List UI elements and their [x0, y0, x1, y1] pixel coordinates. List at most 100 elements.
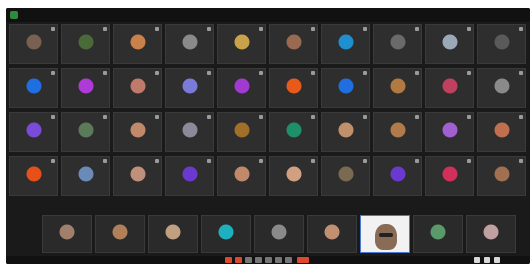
muted-mic-icon	[103, 115, 107, 119]
participant-tile[interactable]	[61, 156, 110, 196]
participant-tile[interactable]	[269, 156, 318, 196]
participant-avatar	[218, 224, 234, 240]
muted-mic-icon	[103, 71, 107, 75]
participant-tile[interactable]	[113, 112, 162, 152]
muted-mic-icon	[155, 159, 159, 163]
participant-tile[interactable]	[425, 68, 474, 108]
muted-mic-icon	[155, 115, 159, 119]
participant-tile[interactable]	[373, 68, 422, 108]
security-shield-icon[interactable]	[10, 11, 18, 19]
participant-tile[interactable]	[217, 112, 266, 152]
participant-tile[interactable]	[254, 215, 304, 253]
muted-mic-icon	[519, 27, 523, 31]
participant-tile[interactable]	[61, 24, 110, 64]
muted-mic-icon	[311, 27, 315, 31]
muted-mic-icon	[467, 71, 471, 75]
muted-mic-icon	[155, 27, 159, 31]
meeting-window	[6, 8, 530, 264]
muted-mic-icon	[259, 71, 263, 75]
participant-tile[interactable]	[42, 215, 92, 253]
layout-icon[interactable]	[474, 257, 480, 263]
participant-avatar	[59, 224, 75, 240]
participant-avatar	[338, 122, 353, 138]
more-icon[interactable]	[285, 257, 292, 263]
participant-tile[interactable]	[61, 112, 110, 152]
muted-mic-icon	[415, 27, 419, 31]
screen	[0, 0, 532, 266]
participant-avatar	[442, 122, 457, 138]
muted-mic-icon	[519, 115, 523, 119]
reactions-icon[interactable]	[275, 257, 282, 263]
participant-tile[interactable]	[321, 24, 370, 64]
participant-tile[interactable]	[321, 156, 370, 196]
participant-tile[interactable]	[113, 24, 162, 64]
top-bar	[6, 8, 530, 22]
participant-avatar	[112, 224, 128, 240]
muted-mic-icon	[415, 71, 419, 75]
participant-tile[interactable]	[165, 68, 214, 108]
participant-tile[interactable]	[413, 215, 463, 253]
active-speaker-tile[interactable]	[360, 215, 410, 253]
participant-tile[interactable]	[321, 112, 370, 152]
participant-avatar	[494, 34, 509, 50]
share-screen-icon[interactable]	[245, 257, 252, 263]
participant-tile[interactable]	[217, 24, 266, 64]
participant-tile[interactable]	[477, 68, 526, 108]
participant-tile[interactable]	[321, 68, 370, 108]
participant-tile[interactable]	[269, 112, 318, 152]
participant-tile[interactable]	[425, 156, 474, 196]
participant-tile[interactable]	[477, 24, 526, 64]
participant-tile[interactable]	[269, 24, 318, 64]
muted-mic-icon	[311, 71, 315, 75]
muted-mic-icon	[103, 27, 107, 31]
participant-avatar	[234, 78, 249, 94]
mic-icon[interactable]	[225, 257, 232, 263]
muted-mic-icon	[259, 159, 263, 163]
participant-avatar	[286, 34, 301, 50]
participant-strip	[42, 215, 516, 255]
pip-icon[interactable]	[484, 257, 490, 263]
participant-avatar	[234, 122, 249, 138]
participant-avatar	[130, 78, 145, 94]
participant-tile[interactable]	[201, 215, 251, 253]
participant-tile[interactable]	[373, 24, 422, 64]
muted-mic-icon	[519, 159, 523, 163]
participant-tile[interactable]	[307, 215, 357, 253]
participant-tile[interactable]	[477, 112, 526, 152]
participant-avatar	[390, 122, 405, 138]
participant-tile[interactable]	[466, 215, 516, 253]
participant-tile[interactable]	[113, 68, 162, 108]
participant-tile[interactable]	[217, 68, 266, 108]
video-icon[interactable]	[235, 257, 242, 263]
participant-tile[interactable]	[373, 156, 422, 196]
participant-tile[interactable]	[61, 68, 110, 108]
participant-tile[interactable]	[269, 68, 318, 108]
participant-tile[interactable]	[425, 112, 474, 152]
participant-tile[interactable]	[165, 24, 214, 64]
participant-tile[interactable]	[165, 156, 214, 196]
participant-avatar	[130, 166, 145, 182]
participant-tile[interactable]	[9, 112, 58, 152]
participant-tile[interactable]	[148, 215, 198, 253]
participant-tile[interactable]	[217, 156, 266, 196]
participant-tile[interactable]	[9, 68, 58, 108]
participant-avatar	[390, 34, 405, 50]
participant-tile[interactable]	[373, 112, 422, 152]
muted-mic-icon	[415, 115, 419, 119]
participant-tile[interactable]	[425, 24, 474, 64]
participant-tile[interactable]	[9, 156, 58, 196]
participant-avatar	[494, 78, 509, 94]
participants-icon[interactable]	[255, 257, 262, 263]
participant-avatar	[338, 34, 353, 50]
participant-avatar	[78, 34, 93, 50]
participant-avatar	[494, 122, 509, 138]
fullscreen-icon[interactable]	[494, 257, 500, 263]
participant-tile[interactable]	[9, 24, 58, 64]
participant-tile[interactable]	[95, 215, 145, 253]
participant-tile[interactable]	[165, 112, 214, 152]
chat-icon[interactable]	[265, 257, 272, 263]
leave-icon[interactable]	[297, 257, 309, 263]
muted-mic-icon	[467, 115, 471, 119]
participant-tile[interactable]	[477, 156, 526, 196]
participant-tile[interactable]	[113, 156, 162, 196]
